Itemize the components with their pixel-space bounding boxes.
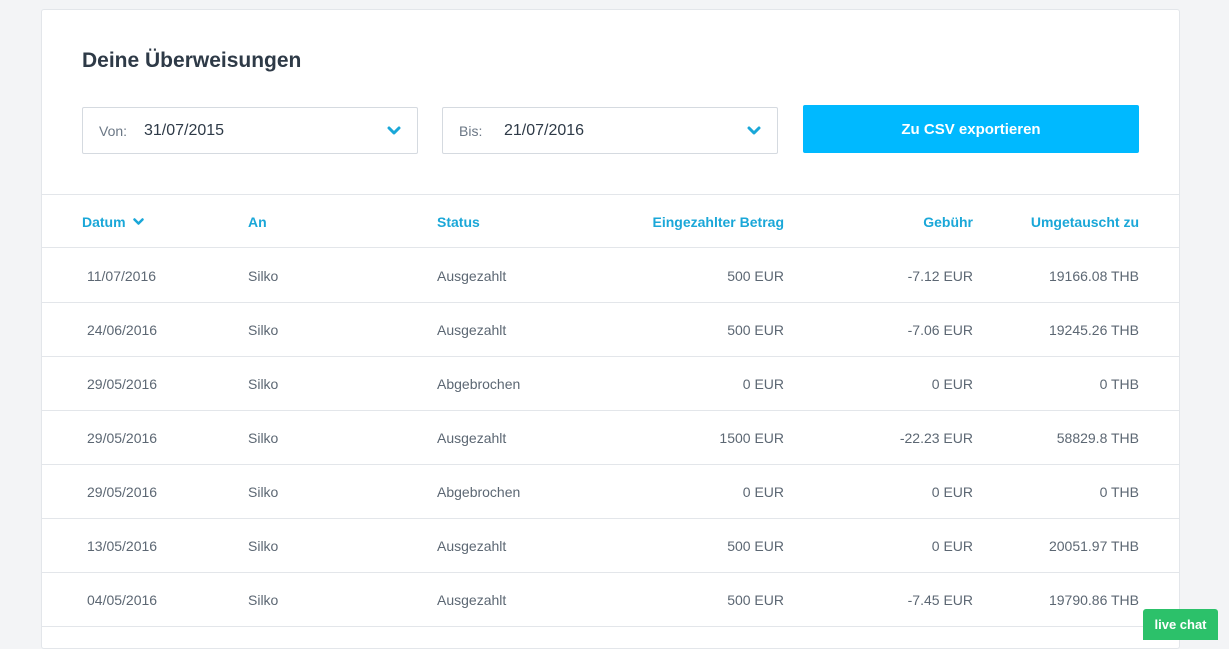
cell-fee: 0 EUR <box>931 538 973 554</box>
cell-fee: -7.12 EUR <box>907 268 973 284</box>
cell-recipient: Silko <box>248 268 279 284</box>
cell-amount: 0 EUR <box>742 376 784 392</box>
table-row[interactable]: 29/05/2016 Silko Abgebrochen 0 EUR 0 EUR… <box>42 465 1179 519</box>
cell-fee: -7.06 EUR <box>907 322 973 338</box>
column-header-date[interactable]: Datum <box>82 214 144 230</box>
table-row[interactable]: 11/07/2016 Silko Ausgezahlt 500 EUR -7.1… <box>42 249 1179 303</box>
cell-amount: 500 EUR <box>727 538 784 554</box>
cell-status: Ausgezahlt <box>437 538 507 554</box>
cell-amount: 1500 EUR <box>719 430 784 446</box>
cell-date: 29/05/2016 <box>87 376 158 392</box>
date-from-value: 31/07/2015 <box>144 122 225 139</box>
export-csv-button[interactable]: Zu CSV exportieren <box>803 105 1139 153</box>
cell-date: 29/05/2016 <box>87 430 158 446</box>
chevron-down-icon[interactable] <box>747 126 761 136</box>
cell-fee: -7.45 EUR <box>907 592 973 608</box>
column-header-recipient: An <box>248 214 267 230</box>
cell-amount: 500 EUR <box>727 592 784 608</box>
table-row[interactable]: 04/05/2016 Silko Ausgezahlt 500 EUR -7.4… <box>42 573 1179 627</box>
table-row[interactable]: 24/06/2016 Silko Ausgezahlt 500 EUR -7.0… <box>42 303 1179 357</box>
cell-date: 11/07/2016 <box>87 268 157 284</box>
date-from-label: Von: <box>99 123 128 139</box>
cell-fee: 0 EUR <box>931 484 973 500</box>
cell-recipient: Silko <box>248 430 279 446</box>
cell-status: Abgebrochen <box>437 484 521 500</box>
cell-amount: 500 EUR <box>727 268 784 284</box>
cell-converted: 0 THB <box>1099 484 1139 500</box>
column-header-amount: Eingezahlter Betrag <box>652 214 784 230</box>
cell-converted: 58829.8 THB <box>1056 430 1139 446</box>
cell-converted: 20051.97 THB <box>1048 538 1139 554</box>
chevron-down-icon <box>132 218 144 225</box>
date-to-select[interactable]: Bis: 21/07/2016 <box>442 107 778 154</box>
table-row[interactable]: 13/05/2016 Silko Ausgezahlt 500 EUR 0 EU… <box>42 519 1179 573</box>
column-header-converted: Umgetauscht zu <box>1030 214 1139 230</box>
cell-date: 04/05/2016 <box>87 592 158 608</box>
cell-recipient: Silko <box>248 592 279 608</box>
cell-recipient: Silko <box>248 538 279 554</box>
cell-status: Ausgezahlt <box>437 430 507 446</box>
cell-converted: 19790.86 THB <box>1048 592 1139 608</box>
date-to-value: 21/07/2016 <box>504 122 585 139</box>
cell-recipient: Silko <box>248 484 279 500</box>
cell-recipient: Silko <box>248 376 279 392</box>
cell-date: 29/05/2016 <box>87 484 158 500</box>
cell-amount: 500 EUR <box>727 322 784 338</box>
cell-date: 13/05/2016 <box>87 538 158 554</box>
cell-status: Ausgezahlt <box>437 322 507 338</box>
column-header-date-label: Datum <box>82 214 126 230</box>
table-header: Datum An Status Eingezahlter Betrag Gebü… <box>42 195 1179 248</box>
cell-converted: 0 THB <box>1099 376 1139 392</box>
chevron-down-icon[interactable] <box>387 126 401 136</box>
column-header-fee: Gebühr <box>923 214 973 230</box>
cell-amount: 0 EUR <box>742 484 784 500</box>
transfers-list: 11/07/2016 Silko Ausgezahlt 500 EUR -7.1… <box>42 249 1179 627</box>
cell-converted: 19166.08 THB <box>1048 268 1139 284</box>
cell-status: Ausgezahlt <box>437 592 507 608</box>
date-to-label: Bis: <box>459 123 483 139</box>
column-header-status: Status <box>437 214 480 230</box>
cell-status: Ausgezahlt <box>437 268 507 284</box>
page-title: Deine Überweisungen <box>82 49 302 72</box>
cell-date: 24/06/2016 <box>87 322 158 338</box>
table-row[interactable]: 29/05/2016 Silko Ausgezahlt 1500 EUR -22… <box>42 411 1179 465</box>
cell-fee: 0 EUR <box>931 376 973 392</box>
cell-converted: 19245.26 THB <box>1048 322 1139 338</box>
cell-status: Abgebrochen <box>437 376 521 392</box>
table-row[interactable]: 29/05/2016 Silko Abgebrochen 0 EUR 0 EUR… <box>42 357 1179 411</box>
cell-fee: -22.23 EUR <box>899 430 973 446</box>
live-chat-button[interactable]: live chat <box>1143 609 1218 640</box>
transfers-card: Deine Überweisungen Von: 31/07/2015 Bis:… <box>41 9 1180 649</box>
cell-recipient: Silko <box>248 322 279 338</box>
date-from-select[interactable]: Von: 31/07/2015 <box>82 107 418 154</box>
